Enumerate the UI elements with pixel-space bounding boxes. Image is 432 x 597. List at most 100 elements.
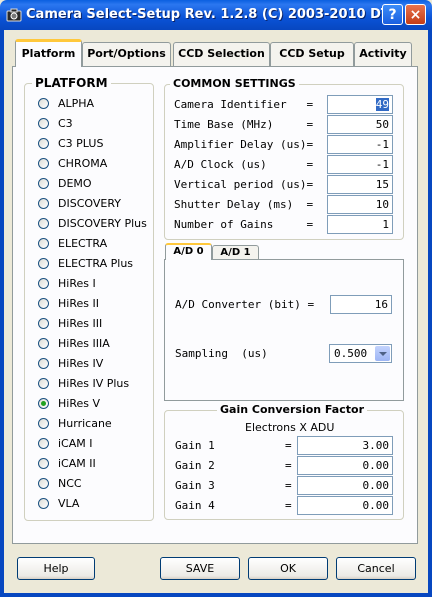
radio-icon[interactable] — [38, 338, 49, 349]
save-button[interactable]: SAVE — [160, 557, 240, 580]
platform-option-label: Hurricane — [58, 417, 112, 430]
gain-label: Gain 1 — [175, 439, 215, 452]
platform-option-label: DISCOVERY Plus — [58, 217, 147, 230]
common-setting-field[interactable]: 1 — [327, 215, 393, 234]
radio-icon[interactable] — [38, 358, 49, 369]
radio-icon[interactable] — [38, 238, 49, 249]
platform-option[interactable]: DISCOVERY Plus — [38, 216, 163, 232]
common-setting-value: 49 — [375, 98, 389, 111]
common-setting-value: 1 — [382, 218, 389, 231]
radio-icon[interactable] — [38, 438, 49, 449]
tab-ccd-setup[interactable]: CCD Setup — [270, 42, 354, 66]
radio-icon[interactable] — [38, 278, 49, 289]
platform-option-label: iCAM II — [58, 457, 96, 470]
common-setting-field[interactable]: 10 — [327, 195, 393, 214]
common-setting-value: -1 — [375, 138, 389, 151]
radio-icon[interactable] — [38, 298, 49, 309]
radio-icon[interactable] — [38, 138, 49, 149]
platform-option[interactable]: HiRes II — [38, 296, 163, 312]
chevron-down-icon[interactable] — [375, 346, 390, 361]
radio-icon[interactable] — [38, 118, 49, 129]
help-button[interactable]: Help — [17, 557, 95, 580]
platform-option[interactable]: DEMO — [38, 176, 163, 192]
tab-ccd-selection[interactable]: CCD Selection — [173, 42, 270, 66]
platform-option-label: NCC — [58, 477, 82, 490]
radio-icon[interactable] — [38, 478, 49, 489]
radio-icon[interactable] — [38, 458, 49, 469]
platform-option[interactable]: HiRes V — [38, 396, 163, 412]
common-setting-value: -1 — [375, 158, 389, 171]
ad-tab-panel — [164, 259, 404, 401]
gain-equals: = — [285, 439, 292, 452]
platform-option[interactable]: iCAM I — [38, 436, 163, 452]
radio-icon[interactable] — [38, 498, 49, 509]
tab-port-options[interactable]: Port/Options — [82, 42, 171, 66]
common-setting-label: Vertical period (us)= — [174, 178, 314, 191]
radio-icon[interactable] — [38, 378, 49, 389]
platform-option[interactable]: C3 PLUS — [38, 136, 163, 152]
platform-option-label: HiRes II — [58, 297, 99, 310]
platform-option-label: iCAM I — [58, 437, 93, 450]
radio-icon[interactable] — [38, 318, 49, 329]
platform-option[interactable]: DISCOVERY — [38, 196, 163, 212]
common-setting-field[interactable]: 50 — [327, 115, 393, 134]
platform-option[interactable]: HiRes IIIA — [38, 336, 163, 352]
radio-icon[interactable] — [38, 218, 49, 229]
common-settings-title: COMMON SETTINGS — [170, 77, 299, 90]
platform-option[interactable]: HiRes IV Plus — [38, 376, 163, 392]
radio-icon[interactable] — [38, 198, 49, 209]
platform-option-label: DEMO — [58, 177, 92, 190]
ok-button[interactable]: OK — [248, 557, 328, 580]
close-title-button[interactable]: × — [405, 4, 426, 25]
gain-label: Gain 4 — [175, 499, 215, 512]
common-setting-label: Number of Gains = — [174, 218, 314, 231]
gain-field[interactable]: 0.00 — [297, 456, 393, 475]
platform-option[interactable]: CHROMA — [38, 156, 163, 172]
platform-option[interactable]: HiRes III — [38, 316, 163, 332]
common-setting-label: Amplifier Delay (us)= — [174, 138, 314, 151]
platform-option[interactable]: ELECTRA Plus — [38, 256, 163, 272]
help-title-button[interactable]: ? — [382, 4, 403, 25]
platform-option[interactable]: Hurricane — [38, 416, 163, 432]
platform-option[interactable]: NCC — [38, 476, 163, 492]
radio-icon[interactable] — [38, 418, 49, 429]
platform-option[interactable]: ELECTRA — [38, 236, 163, 252]
gain-label: Gain 3 — [175, 479, 215, 492]
ad-converter-field[interactable]: 16 — [330, 295, 392, 314]
platform-option[interactable]: HiRes I — [38, 276, 163, 292]
common-setting-field[interactable]: 49 — [327, 95, 393, 114]
gain-equals: = — [285, 459, 292, 472]
common-setting-field[interactable]: -1 — [327, 155, 393, 174]
tab-ad-1[interactable]: A/D 1 — [212, 245, 259, 260]
platform-option-label: HiRes I — [58, 277, 96, 290]
platform-option-label: HiRes IV — [58, 357, 104, 370]
platform-group-title: PLATFORM — [32, 76, 111, 90]
gain-field[interactable]: 0.00 — [297, 496, 393, 515]
platform-option[interactable]: VLA — [38, 496, 163, 512]
radio-icon[interactable] — [38, 158, 49, 169]
tab-activity[interactable]: Activity — [354, 42, 412, 66]
radio-icon[interactable] — [38, 258, 49, 269]
common-setting-field[interactable]: -1 — [327, 135, 393, 154]
platform-option-label: C3 PLUS — [58, 137, 104, 150]
radio-icon[interactable] — [38, 98, 49, 109]
cancel-button[interactable]: Cancel — [336, 557, 416, 580]
platform-option-label: HiRes IIIA — [58, 337, 110, 350]
radio-checked-icon[interactable] — [38, 398, 49, 409]
gain-equals: = — [285, 499, 292, 512]
platform-option-label: VLA — [58, 497, 80, 510]
window-title: Camera Select-Setup Rev. 1.2.8 (C) 2003-… — [26, 7, 399, 22]
platform-option-label: CHROMA — [58, 157, 108, 170]
platform-option-label: C3 — [58, 117, 73, 130]
tab-platform[interactable]: Platform — [15, 39, 82, 67]
platform-option[interactable]: ALPHA — [38, 96, 163, 112]
common-setting-field[interactable]: 15 — [327, 175, 393, 194]
radio-icon[interactable] — [38, 178, 49, 189]
gain-field[interactable]: 0.00 — [297, 476, 393, 495]
tab-ad-0[interactable]: A/D 0 — [165, 243, 212, 260]
platform-option[interactable]: C3 — [38, 116, 163, 132]
platform-option[interactable]: HiRes IV — [38, 356, 163, 372]
gain-field[interactable]: 3.00 — [297, 436, 393, 455]
platform-option[interactable]: iCAM II — [38, 456, 163, 472]
sampling-select[interactable]: 0.500 — [329, 344, 392, 363]
